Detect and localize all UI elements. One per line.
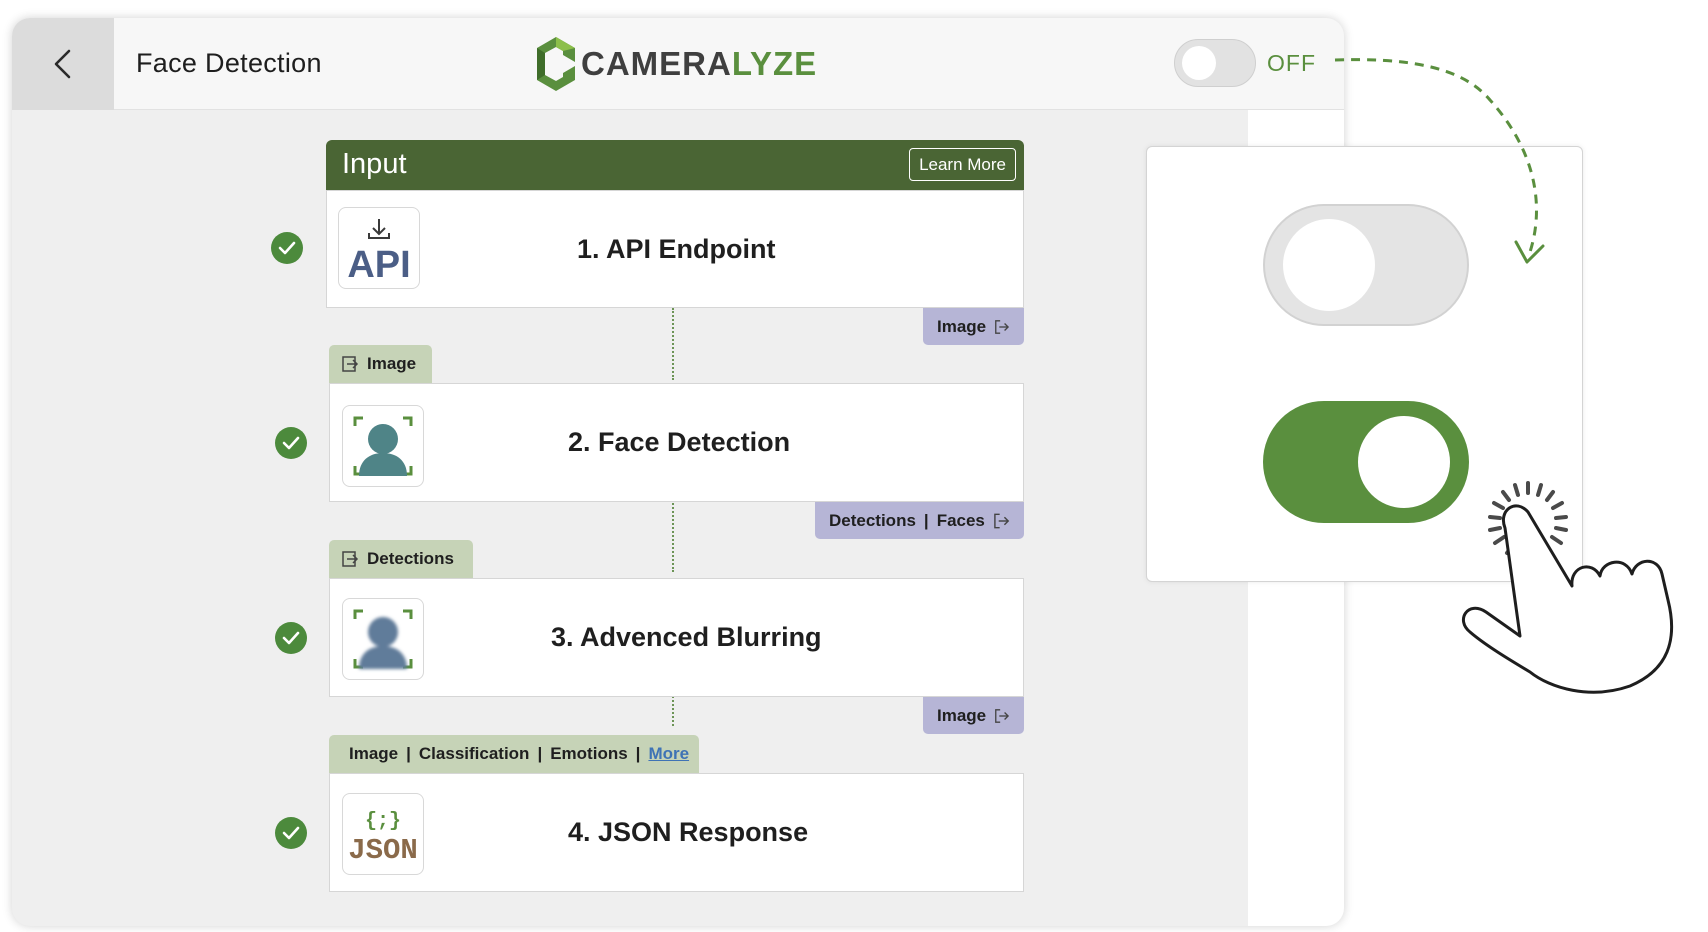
port-separator: | [406,744,411,763]
pipeline-toggle[interactable] [1174,39,1256,87]
connector-line [672,692,674,726]
port-separator: | [537,744,543,763]
api-icon-text: API [347,244,410,286]
port-label: Image [367,354,417,373]
export-icon [995,708,1010,723]
section-title: Input [342,148,407,180]
port-label-c: Emotions [550,744,628,763]
export-icon [995,319,1010,334]
logo-text-accent: LYZE [731,45,818,82]
json-icon-text: JSON [348,834,418,867]
stage: Face Detection CAMERALYZE OFF Input Lear… [0,0,1708,932]
cube-logo-icon [537,37,575,91]
json-braces-text: {;} [365,810,401,833]
check-icon [282,436,300,450]
api-download-icon: API [347,219,411,286]
port-label: Image [937,705,987,725]
output-port[interactable]: Image [923,308,1024,345]
step-icon-box [342,405,424,487]
toggle-knob [1283,219,1375,311]
port-label-a: Image [349,744,399,763]
connector-line [672,308,674,380]
logo-wordmark: CAMERALYZE [581,45,817,83]
blurred-face-icon [353,609,413,669]
top-bar: Face Detection CAMERALYZE OFF [12,18,1344,110]
check-icon [278,241,296,255]
port-label-b: Classification [418,744,530,763]
port-label-a: Detections [829,510,916,530]
port-separator: | [635,744,641,763]
port-label: Detections [367,549,454,568]
connector-line [672,500,674,572]
logo-text-main: CAMERA [581,45,732,82]
more-link[interactable]: More [648,744,689,764]
face-scan-icon [353,416,413,476]
step-icon-box: API [338,207,420,289]
step-title: 2. Face Detection [568,427,791,457]
input-port[interactable]: Image [329,345,432,383]
input-port[interactable]: Image | Classification | Emotions | More [329,735,699,773]
pipeline-step-card[interactable]: 3. Advenced Blurring [329,578,1024,697]
step-status [275,427,307,459]
step-title: 4. JSON Response [568,817,809,847]
input-section-header: Input Learn More [326,140,1024,190]
export-icon [994,513,1010,528]
step-status [275,817,307,849]
pipeline-step-card[interactable]: 2. Face Detection [329,383,1024,502]
output-port[interactable]: Image [923,697,1024,734]
step-title: 3. Advenced Blurring [551,622,822,652]
check-icon [282,631,300,645]
toggle-state-label: OFF [1267,50,1316,76]
page-title: Face Detection [136,48,322,78]
output-port[interactable]: Detections | Faces [815,502,1024,539]
import-icon [342,356,359,372]
chevron-left-icon [54,49,71,79]
port-separator: | [923,510,929,530]
toggle-on-example[interactable] [1263,401,1469,523]
brand-logo: CAMERALYZE [535,32,817,96]
toggle-off-example[interactable] [1263,204,1469,326]
port-label: Image [937,316,987,336]
input-port[interactable]: Detections [329,540,473,578]
step-icon-box: {;} JSON [342,793,424,875]
step-status [271,232,303,264]
pipeline-step-card[interactable]: {;} JSON 4. JSON Response [329,773,1024,892]
check-icon [282,826,300,840]
pipeline-step-card[interactable]: API 1. API Endpoint [326,190,1024,308]
import-icon [342,551,359,567]
step-status [275,622,307,654]
json-icon: {;} JSON [348,810,418,867]
back-button[interactable] [12,18,114,110]
toggle-knob [1358,416,1450,508]
learn-more-button[interactable]: Learn More [909,148,1016,181]
port-label-b: Faces [936,510,985,530]
toggle-knob [1182,46,1216,80]
step-title: 1. API Endpoint [577,233,776,264]
step-icon-box [342,598,424,680]
